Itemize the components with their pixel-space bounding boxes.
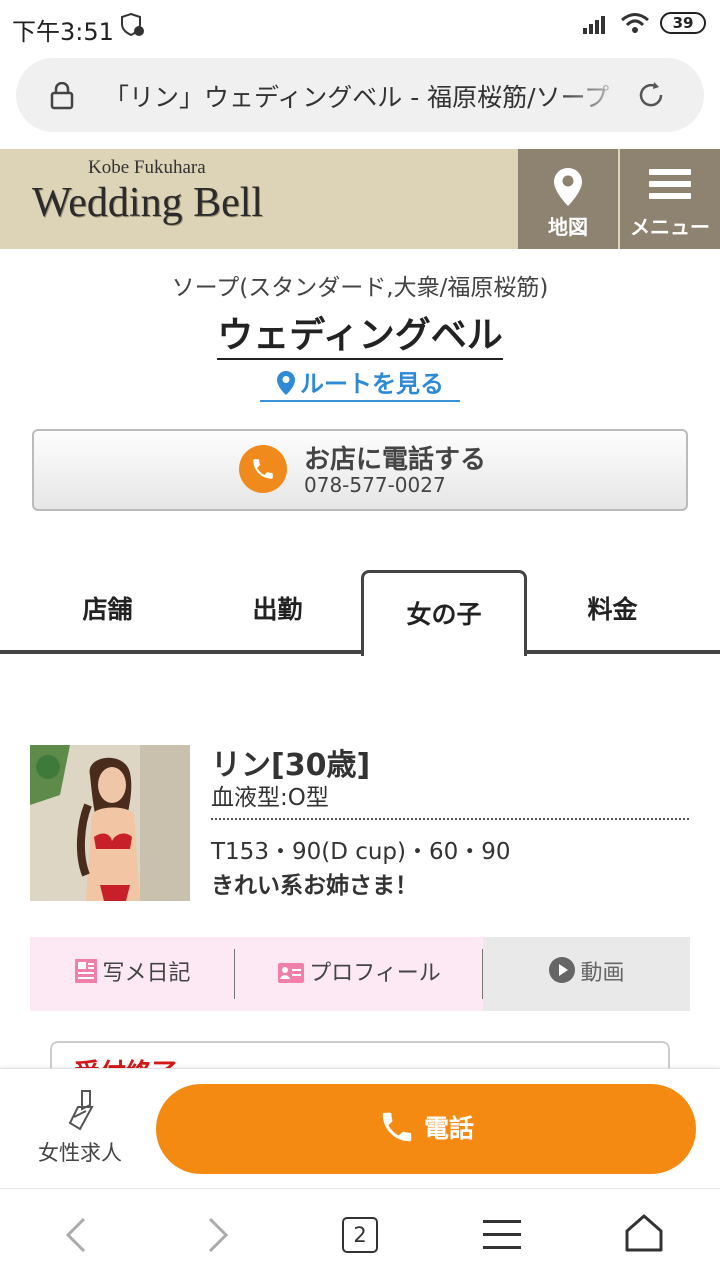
route-label: ルートを見る <box>300 370 444 398</box>
wifi-icon <box>621 13 649 33</box>
hamburger-icon <box>649 169 691 199</box>
video-link[interactable]: 動画 <box>483 937 690 1011</box>
phone-icon <box>253 459 273 479</box>
route-link[interactable]: ルートを見る <box>260 364 460 402</box>
back-icon[interactable] <box>62 1215 90 1255</box>
tab-shop[interactable]: 店舗 <box>30 570 185 652</box>
tab-girls[interactable]: 女の子 <box>361 570 527 656</box>
photo-illustration <box>30 745 190 901</box>
url-fade <box>556 68 636 122</box>
recruit-button[interactable]: 女性求人 <box>20 1087 140 1177</box>
forward-icon[interactable] <box>204 1215 232 1255</box>
reload-icon[interactable] <box>636 80 666 110</box>
shield-icon <box>121 12 144 37</box>
profile-catchphrase: きれい系お姉さま！ <box>211 873 418 899</box>
address-bar[interactable]: 「リン」ウェディングベル - 福原桜筋/ソープ <box>16 58 704 132</box>
logo-subtitle: Kobe Fukuhara <box>88 157 206 178</box>
shop-name-text[interactable]: ウェディングベル <box>217 315 503 360</box>
site-header: Kobe Fukuhara Wedding Bell 地図 メニュー <box>0 149 720 249</box>
menu-label: メニュー <box>630 215 710 239</box>
menu-button[interactable]: メニュー <box>620 149 720 249</box>
menu-icon[interactable] <box>483 1219 521 1251</box>
map-pin-icon <box>277 371 295 395</box>
recruit-label: 女性求人 <box>38 1141 122 1165</box>
tab-price[interactable]: 料金 <box>535 570 690 652</box>
browser-nav-bar: 2 <box>0 1188 720 1280</box>
profile-label: プロフィール <box>309 961 441 986</box>
call-label: 電話 <box>423 1114 474 1143</box>
map-pin-icon <box>554 168 582 206</box>
call-shop-button[interactable]: お店に電話する 078-577-0027 <box>32 429 688 511</box>
tabs-divider <box>0 650 720 654</box>
profile-blood-type: 血液型:O型 <box>211 785 329 811</box>
profile-divider <box>211 818 689 820</box>
bottom-action-bar: 女性求人 電話 <box>0 1068 720 1188</box>
video-label: 動画 <box>580 961 625 986</box>
home-icon[interactable] <box>624 1213 664 1253</box>
tabs-button[interactable]: 2 <box>342 1217 378 1253</box>
shop-category: ソープ(スタンダード,大衆/福原桜筋) <box>171 275 549 301</box>
url-text[interactable]: 「リン」ウェディングベル - 福原桜筋/ソープ <box>104 78 624 114</box>
diary-link[interactable]: 写メ日記 <box>30 937 235 1011</box>
site-logo[interactable]: Wedding Bell <box>32 179 263 227</box>
lipstick-icon <box>68 1090 94 1131</box>
signal-icon <box>583 16 605 34</box>
play-icon <box>549 957 576 983</box>
status-time: 下午3:51 <box>12 18 114 46</box>
map-label: 地図 <box>548 215 588 239</box>
status-indicators: 39 <box>582 12 706 34</box>
status-bar: 下午3:51 39 <box>0 0 720 52</box>
tab-attendance[interactable]: 出勤 <box>200 570 355 652</box>
diary-label: 写メ日記 <box>102 961 191 986</box>
profile-links: 写メ日記 プロフィール 動画 <box>30 937 690 1011</box>
profile-card-icon <box>278 963 305 983</box>
lock-icon <box>50 82 74 110</box>
battery-indicator: 39 <box>660 12 706 34</box>
call-shop-title: お店に電話する <box>304 445 487 475</box>
profile-link[interactable]: プロフィール <box>235 937 483 1011</box>
call-button[interactable]: 電話 <box>156 1084 696 1174</box>
phone-icon-circle <box>239 445 287 493</box>
section-tabs: 店舗 出勤 女の子 料金 <box>0 570 720 656</box>
shop-name[interactable]: ウェディングベル <box>0 306 720 360</box>
phone-icon <box>382 1112 412 1142</box>
profile-measurements: T153・90(D cup)・60・90 <box>211 839 511 865</box>
call-shop-number: 078-577-0027 <box>304 473 446 497</box>
profile-photo[interactable] <box>30 745 190 901</box>
map-button[interactable]: 地図 <box>518 149 618 249</box>
diary-icon <box>75 959 98 983</box>
